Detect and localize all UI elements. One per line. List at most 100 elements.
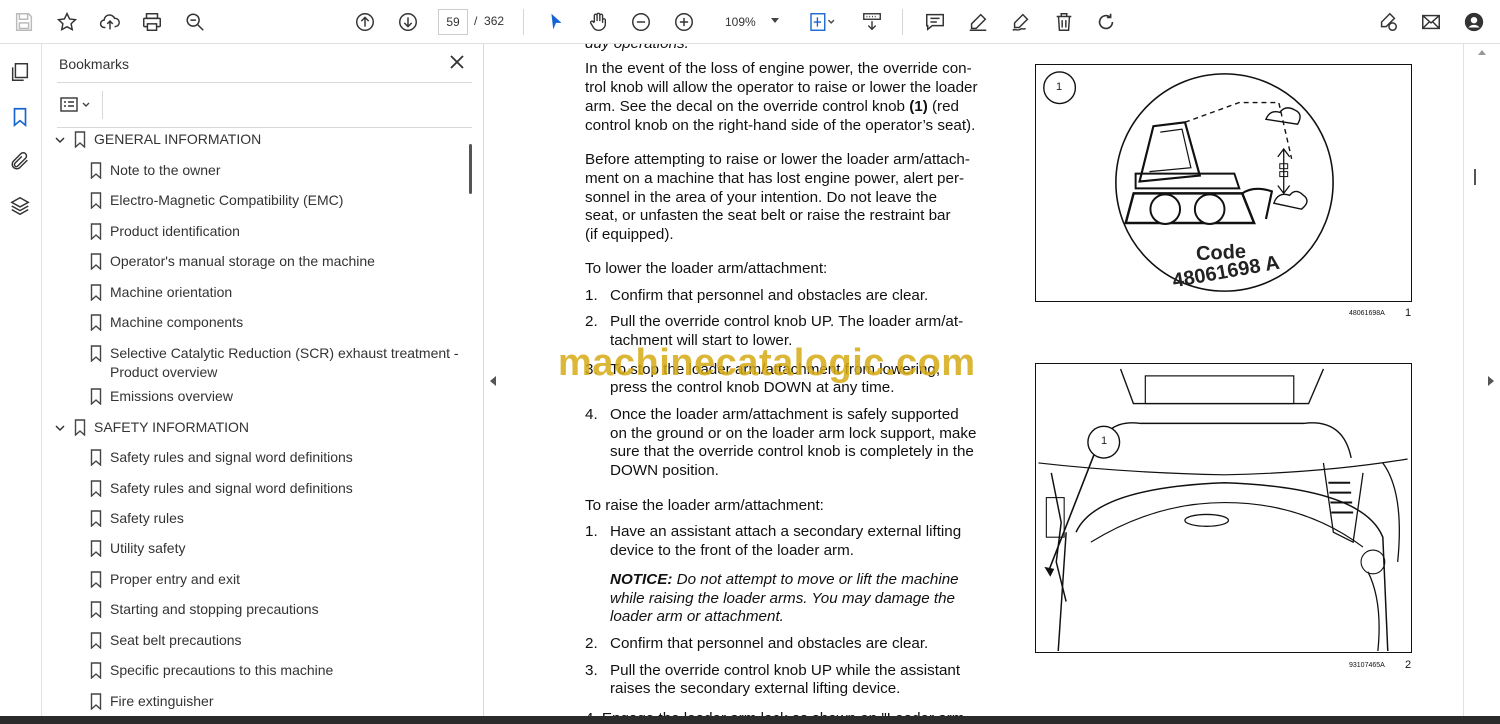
print-icon[interactable] bbox=[138, 8, 166, 36]
save-icon[interactable] bbox=[10, 8, 38, 36]
lower-step1-line1: Confirm that personnel and obstacles are… bbox=[610, 287, 929, 304]
bookmark-item[interactable]: Safety rules and signal word definitions bbox=[90, 479, 353, 498]
page-total: 362 bbox=[484, 14, 505, 28]
bookmark-item[interactable]: Product identification bbox=[90, 222, 240, 241]
hand-tool-icon[interactable] bbox=[584, 8, 612, 36]
bookmark-label-text: Note to the owner bbox=[110, 162, 221, 178]
notice-line2-text: while raising the loader arms. You may d… bbox=[610, 590, 956, 607]
chevron-down-icon bbox=[771, 18, 779, 23]
scroll-mode-icon[interactable] bbox=[858, 8, 886, 36]
raise-step2-line1: Confirm that personnel and obstacles are… bbox=[610, 635, 929, 652]
bookmark-icon bbox=[90, 345, 102, 363]
redo-icon[interactable] bbox=[1092, 8, 1120, 36]
watermark-text: machinecatalogic.com bbox=[558, 342, 976, 384]
lower-step4-line1: Once the loader arm/attachment is safely… bbox=[610, 406, 959, 423]
bookmark-label: Proper entry and exit bbox=[110, 570, 240, 589]
chevron-down-icon[interactable] bbox=[54, 418, 66, 437]
bookmark-item[interactable]: Selective Catalytic Reduction (SCR) exha… bbox=[90, 344, 459, 382]
expand-right-panel-icon[interactable] bbox=[1488, 376, 1494, 386]
collapse-panel-icon[interactable] bbox=[490, 376, 496, 386]
select-cursor-icon[interactable] bbox=[542, 8, 570, 36]
bookmark-label-text: Fire extinguisher bbox=[110, 693, 214, 709]
bookmark-item[interactable]: Machine components bbox=[90, 313, 243, 332]
layers-icon[interactable] bbox=[9, 195, 33, 219]
previous-page-icon[interactable] bbox=[351, 8, 379, 36]
raise-step1-line2: device to the front of the loader arm. bbox=[610, 542, 854, 559]
right-scroll-strip bbox=[1463, 44, 1500, 724]
bookmark-item[interactable]: Specific precautions to this machine bbox=[90, 661, 333, 680]
bookmark-item[interactable]: Utility safety bbox=[90, 539, 185, 558]
upload-cloud-icon[interactable] bbox=[96, 8, 124, 36]
bookmark-section[interactable]: SAFETY INFORMATION bbox=[54, 418, 249, 437]
bookmark-item[interactable]: Proper entry and exit bbox=[90, 570, 240, 589]
fill-sign-icon[interactable] bbox=[1374, 8, 1402, 36]
bookmark-item[interactable]: Operator's manual storage on the machine bbox=[90, 252, 375, 271]
notice-line1-text: Do not attempt to move or lift the machi… bbox=[672, 571, 959, 588]
star-icon[interactable] bbox=[53, 8, 81, 36]
page-number-input[interactable]: 59 bbox=[438, 9, 468, 35]
zoom-search-icon[interactable] bbox=[181, 8, 209, 36]
bookmark-icon bbox=[90, 449, 102, 467]
bookmark-item[interactable]: Starting and stopping precautions bbox=[90, 600, 319, 619]
bookmark-icon bbox=[90, 571, 102, 589]
bookmark-item[interactable]: Safety rules bbox=[90, 509, 184, 528]
bookmark-label-text: GENERAL INFORMATION bbox=[94, 131, 262, 147]
bookmark-label: Machine components bbox=[110, 313, 243, 332]
bookmark-label-text: Proper entry and exit bbox=[110, 571, 240, 587]
raise-step3-line2: raises the secondary external lifting de… bbox=[610, 680, 901, 697]
lower-step4-num: 4. bbox=[585, 406, 598, 423]
zoom-in-icon[interactable] bbox=[670, 8, 698, 36]
bookmark-label: Machine orientation bbox=[110, 283, 232, 302]
bookmark-label-text: Seat belt precautions bbox=[110, 632, 242, 648]
document-scrollbar[interactable] bbox=[1474, 169, 1476, 185]
zoom-out-icon[interactable] bbox=[627, 8, 655, 36]
chevron-down-icon[interactable] bbox=[54, 130, 66, 149]
figure2-number: 2 bbox=[1405, 659, 1412, 671]
bookmarks-panel: Bookmarks GENERAL INFORMATION Note to the… bbox=[42, 44, 484, 724]
bookmark-item[interactable]: Fire extinguisher bbox=[90, 692, 214, 711]
para2-line2: ment on a machine that has lost engine p… bbox=[585, 170, 965, 187]
lower-step2-line1: Pull the override control knob UP. The l… bbox=[610, 313, 964, 330]
navigation-rail bbox=[0, 44, 42, 724]
page-thumbnails-icon[interactable] bbox=[9, 61, 33, 85]
panel-scrollbar[interactable] bbox=[469, 144, 472, 194]
attachment-icon[interactable] bbox=[9, 150, 33, 174]
next-page-icon[interactable] bbox=[394, 8, 422, 36]
account-icon[interactable] bbox=[1460, 8, 1488, 36]
notice-label: NOTICE: bbox=[610, 571, 673, 588]
highlight-pen-icon[interactable] bbox=[964, 8, 992, 36]
bookmark-icon[interactable] bbox=[9, 106, 33, 130]
callout-ref: (1) bbox=[909, 98, 928, 115]
page-separator: / bbox=[474, 14, 478, 28]
scroll-up-icon[interactable] bbox=[1478, 50, 1486, 55]
lower-step4-line2: on the ground or on the loader arm lock … bbox=[610, 425, 977, 442]
bookmark-item[interactable]: Emissions overview bbox=[90, 387, 233, 406]
bookmark-item[interactable]: Safety rules and signal word definitions bbox=[90, 448, 353, 467]
page-count: / 362 bbox=[474, 14, 504, 28]
bookmark-icon bbox=[90, 162, 102, 180]
bookmark-icon bbox=[74, 131, 86, 149]
bookmark-label-text: SAFETY INFORMATION bbox=[94, 419, 250, 435]
draw-signature-icon[interactable] bbox=[1007, 8, 1035, 36]
para2-line5: (if equipped). bbox=[585, 226, 674, 243]
para1-line1: In the event of the loss of engine power… bbox=[585, 60, 972, 77]
bookmark-icon bbox=[90, 284, 102, 302]
bookmark-options-button[interactable] bbox=[59, 94, 95, 116]
bookmark-icon bbox=[90, 388, 102, 406]
email-icon[interactable] bbox=[1417, 8, 1445, 36]
figure2-caption: 93107465A bbox=[1349, 662, 1385, 669]
fit-page-icon[interactable] bbox=[805, 8, 839, 36]
bookmark-item[interactable]: Note to the owner bbox=[90, 161, 221, 180]
bookmark-item[interactable]: Electro-Magnetic Compatibility (EMC) bbox=[90, 191, 343, 210]
delete-trash-icon[interactable] bbox=[1050, 8, 1078, 36]
close-icon[interactable] bbox=[448, 53, 466, 71]
bookmark-section[interactable]: GENERAL INFORMATION bbox=[54, 130, 261, 149]
raise-step3-num: 3. bbox=[585, 662, 598, 679]
zoom-dropdown[interactable]: 109% bbox=[713, 9, 783, 35]
comment-icon[interactable] bbox=[921, 8, 949, 36]
bookmark-label: Note to the owner bbox=[110, 161, 221, 180]
bookmark-item[interactable]: Machine orientation bbox=[90, 283, 232, 302]
bookmark-item[interactable]: Seat belt precautions bbox=[90, 631, 242, 650]
notice-line1: NOTICE: Do not attempt to move or lift t… bbox=[610, 571, 959, 590]
bookmark-label: Selective Catalytic Reduction (SCR) exha… bbox=[110, 344, 459, 382]
